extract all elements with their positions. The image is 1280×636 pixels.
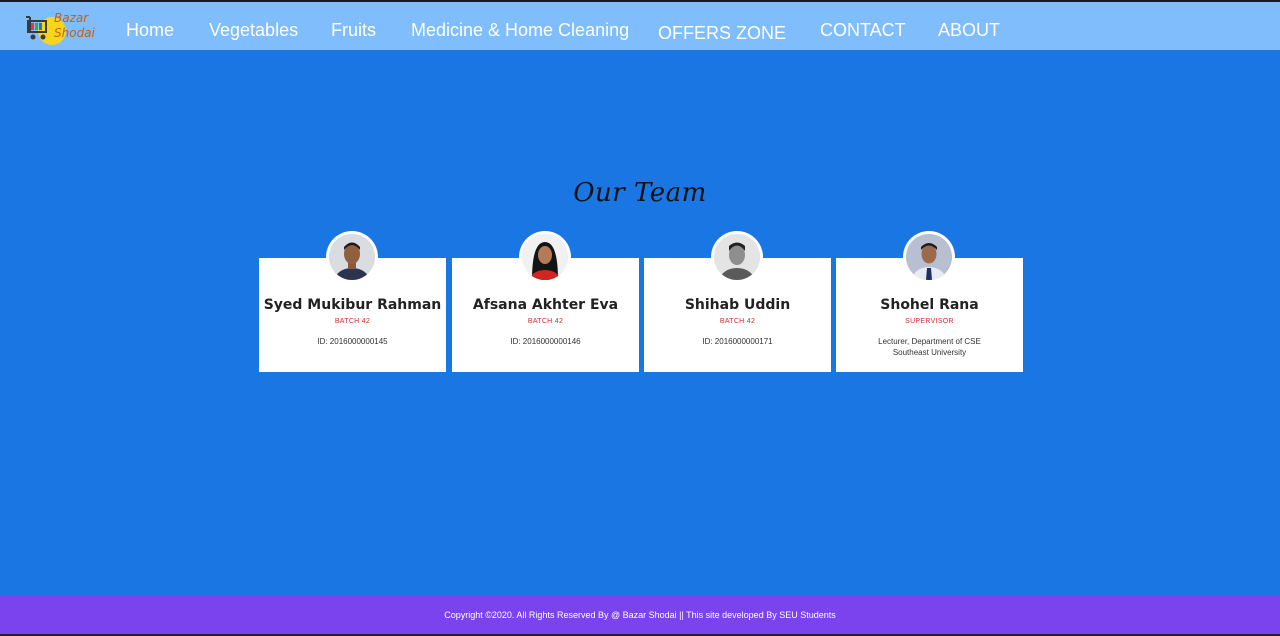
member-role: BATCH 42 [334,318,371,325]
nav-vegetables[interactable]: Vegetables [209,19,298,41]
copyright-text: Copyright ©2020. All Rights Reserved By … [444,610,836,620]
nav-contact[interactable]: CONTACT [820,19,906,41]
nav-fruits[interactable]: Fruits [331,19,376,41]
member-name: Syed Mukibur Rahman [263,297,442,313]
logo-text-line2: Shodai [54,26,95,40]
member-name: Shihab Uddin [684,297,791,313]
member-position: Lecturer, Department of CSE Southeast Un… [836,336,1023,358]
member-id: ID: 2016000000145 [317,337,388,346]
cart-icon [26,16,47,40]
nav-offers-zone[interactable]: OFFERS ZONE [658,22,786,44]
team-heading: Our Team [573,178,707,208]
nav-medicine-home-cleaning[interactable]: Medicine & Home Cleaning [411,19,629,41]
person-photo-icon [522,234,568,280]
avatar [711,231,763,283]
member-role: BATCH 42 [719,318,756,325]
nav-home[interactable]: Home [126,19,174,41]
avatar [326,231,378,283]
person-photo-icon [329,234,375,280]
nav-about[interactable]: ABOUT [938,19,1000,41]
avatar [903,231,955,283]
footer: Copyright ©2020. All Rights Reserved By … [0,596,1280,634]
member-title: Lecturer, Department of CSE [878,337,981,346]
member-role: BATCH 42 [527,318,564,325]
member-name: Afsana Akhter Eva [472,297,619,313]
logo[interactable]: Bazar Shodai [26,11,95,45]
navbar: Bazar Shodai Home Vegetables Fruits Medi… [0,2,1280,50]
member-role: SUPERVISOR [905,318,954,325]
logo-text-line1: Bazar [54,11,89,25]
member-name: Shohel Rana [880,297,979,313]
person-photo-icon [714,234,760,280]
avatar [519,231,571,283]
member-university: Southeast University [892,348,967,357]
person-photo-icon [906,234,952,280]
member-id: ID: 2016000000171 [702,337,773,346]
member-id: ID: 2016000000146 [510,337,581,346]
